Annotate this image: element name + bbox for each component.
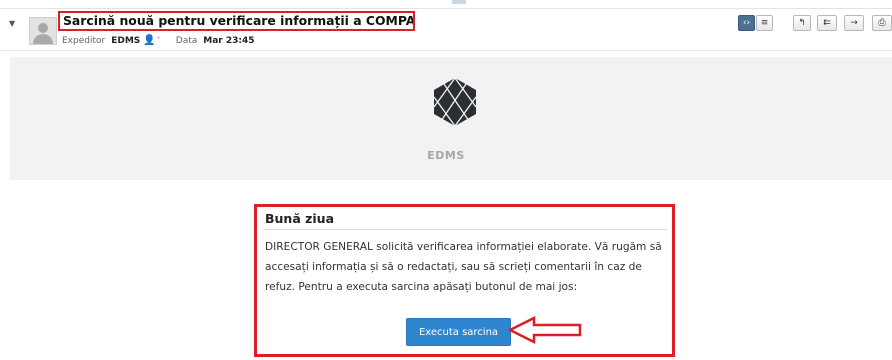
window-top-strip: [0, 0, 892, 9]
text-view-button[interactable]: ≡: [756, 15, 773, 31]
forward-icon: →: [850, 18, 858, 28]
reply-all-button[interactable]: ⇇: [817, 15, 837, 31]
add-contact-icon[interactable]: 👤⁺: [143, 35, 161, 46]
sender-avatar: [29, 17, 57, 45]
date-label: Data: [175, 36, 198, 46]
source-view-icon: ‹›: [742, 18, 751, 28]
heading-divider: [263, 229, 667, 230]
print-button[interactable]: ⎙: [872, 15, 892, 31]
greeting-heading: Bună ziua: [265, 211, 335, 226]
scroll-marker: [452, 0, 466, 4]
avatar-body: [33, 34, 53, 44]
email-date: Mar 23:45: [203, 36, 255, 46]
forward-button[interactable]: →: [844, 15, 864, 31]
edms-logo-icon: [433, 77, 477, 127]
message-card: Bună ziua DIRECTOR GENERAL solicită veri…: [254, 204, 675, 357]
reply-all-icon: ⇇: [823, 18, 831, 28]
collapse-arrow-icon[interactable]: ▼: [9, 19, 15, 28]
sender-label: Expeditor: [62, 36, 106, 46]
sender-name[interactable]: EDMS: [111, 36, 140, 46]
email-subject: Sarcină nouă pentru verificare informați…: [58, 11, 415, 31]
reply-button[interactable]: ↰: [793, 15, 811, 31]
reply-icon: ↰: [798, 18, 806, 28]
brand-name: EDMS: [427, 149, 465, 162]
print-icon: ⎙: [878, 18, 886, 28]
email-header: ▼ Sarcină nouă pentru verificare informa…: [0, 9, 892, 51]
red-arrow-icon: [508, 316, 582, 344]
execute-task-button[interactable]: Executa sarcina: [406, 318, 511, 346]
text-view-icon: ≡: [760, 18, 769, 28]
email-meta: Expeditor EDMS 👤⁺ Data Mar 23:45: [62, 35, 255, 46]
avatar-head: [38, 23, 48, 33]
message-text: DIRECTOR GENERAL solicită verificarea in…: [265, 241, 662, 293]
brand-banner: EDMS: [10, 57, 892, 180]
source-view-button[interactable]: ‹›: [738, 15, 755, 31]
